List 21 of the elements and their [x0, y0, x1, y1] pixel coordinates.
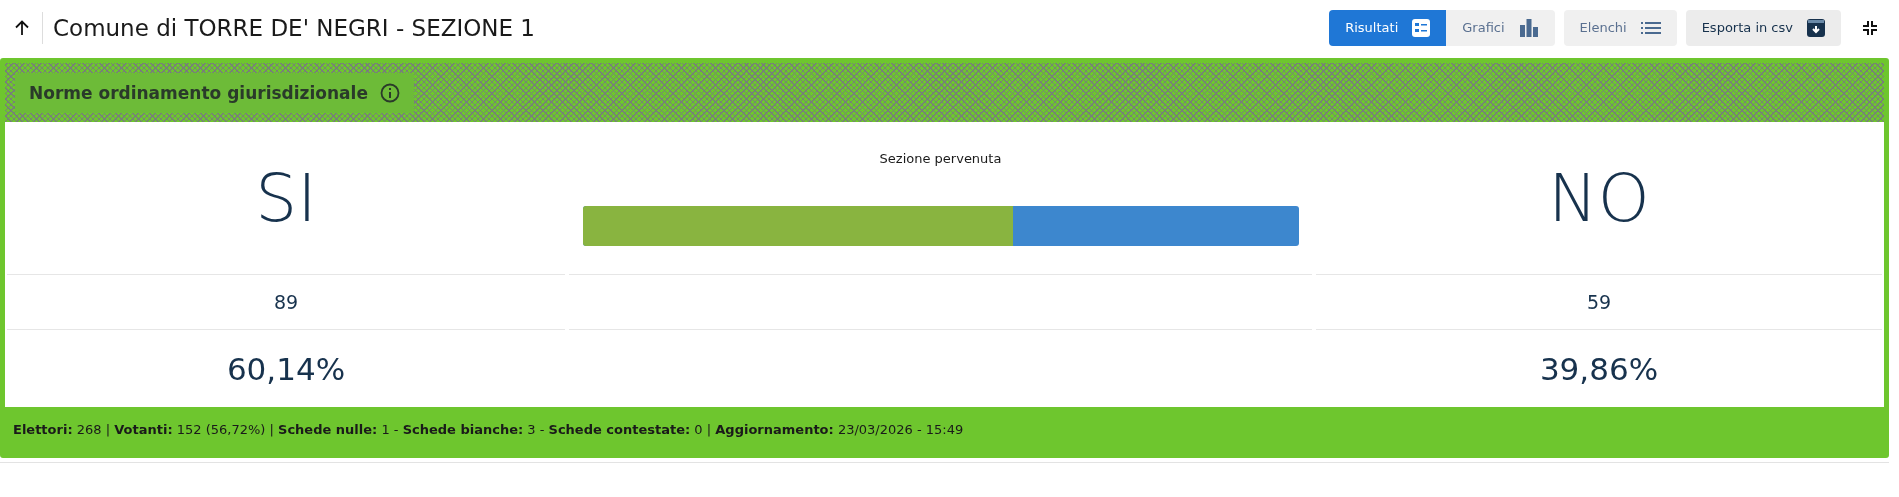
page-title: Comune di TORRE DE' NEGRI - SEZIONE 1: [53, 14, 536, 41]
no-label: NO: [1548, 159, 1650, 237]
export-button[interactable]: Esporta in csv: [1685, 9, 1841, 46]
info-icon[interactable]: [379, 82, 400, 103]
view-tab[interactable]: Risultati: [1329, 9, 1447, 46]
bar-chart-icon: [1518, 18, 1539, 37]
download-box-icon: [1807, 18, 1825, 37]
no-votes: 59: [1586, 291, 1612, 313]
section-status: Sezione pervenuta: [879, 150, 1002, 166]
no-percent: 39,86%: [1539, 350, 1659, 387]
referendum-title: Norme ordinamento giurisdizionale: [29, 82, 368, 103]
list-icon: [1640, 20, 1661, 35]
yes-percent: 60,14%: [226, 350, 346, 387]
yes-votes: 89: [273, 291, 299, 313]
view-tab[interactable]: Grafici: [1446, 9, 1555, 46]
back-arrow-icon[interactable]: [14, 19, 30, 36]
collapse-icon[interactable]: [1863, 20, 1877, 35]
view-tab[interactable]: Elenchi: [1563, 9, 1677, 46]
yes-label: SI: [255, 159, 317, 237]
summary-text: Elettori: 268 | Votanti: 152 (56,72%) | Schede nulle: 1 - Schede bianche: 3 - Schede contestate: 0 | Aggiornamento: 23/03/2026 - 15:49: [13, 422, 964, 437]
list-icon: [1412, 18, 1431, 37]
